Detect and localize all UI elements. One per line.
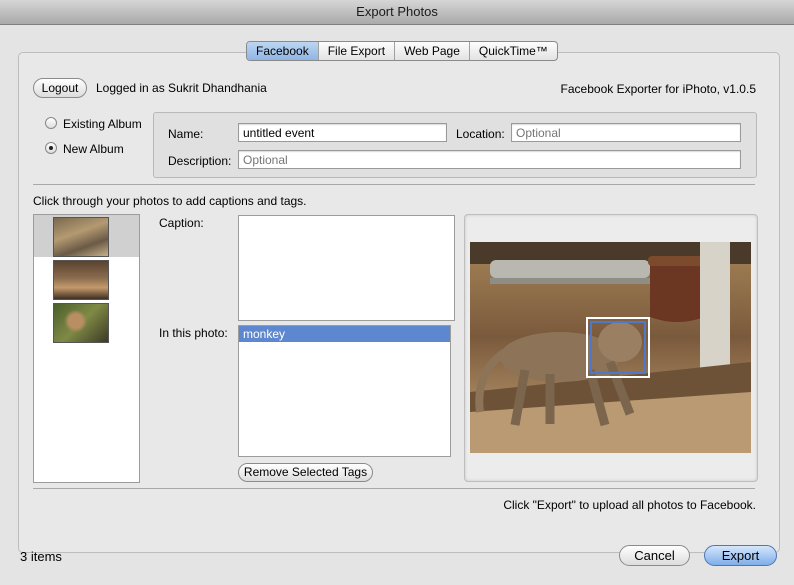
- logout-button[interactable]: Logout: [33, 78, 87, 98]
- tab-facebook[interactable]: Facebook: [247, 42, 319, 60]
- tab-quicktime[interactable]: QuickTime™: [470, 42, 557, 60]
- tags-label: In this photo:: [159, 326, 228, 340]
- export-hint: Click "Export" to upload all photos to F…: [503, 498, 756, 512]
- version-label: Facebook Exporter for iPhoto, v1.0.5: [560, 82, 756, 96]
- window-title: Export Photos: [0, 0, 794, 25]
- photo-preview[interactable]: [470, 242, 751, 453]
- description-input[interactable]: [238, 150, 741, 169]
- thumbnail-row[interactable]: [34, 301, 139, 343]
- tag-item[interactable]: monkey: [239, 326, 450, 342]
- photo-thumbnail: [53, 217, 109, 257]
- tab-file-export[interactable]: File Export: [319, 42, 396, 60]
- new-album-radio[interactable]: [45, 142, 57, 154]
- thumbnail-row[interactable]: [34, 215, 139, 257]
- photo-thumbnail: [53, 260, 109, 300]
- remove-selected-tags-button[interactable]: Remove Selected Tags: [238, 463, 373, 482]
- location-input[interactable]: [511, 123, 741, 142]
- divider: [33, 184, 755, 185]
- exporter-tabs: Facebook File Export Web Page QuickTime™: [246, 41, 558, 61]
- description-label: Description:: [168, 154, 232, 168]
- location-label: Location:: [456, 127, 505, 141]
- tab-web-page[interactable]: Web Page: [395, 42, 470, 60]
- existing-album-label: Existing Album: [63, 117, 142, 131]
- thumbnail-row[interactable]: [34, 258, 139, 300]
- existing-album-radio[interactable]: [45, 117, 57, 129]
- name-label: Name:: [168, 127, 204, 141]
- photo-preview-image: [470, 242, 751, 453]
- divider: [33, 488, 755, 489]
- tags-list[interactable]: monkey: [238, 325, 451, 457]
- photo-thumbnail-list[interactable]: [33, 214, 140, 483]
- photo-thumbnail: [53, 303, 109, 343]
- new-album-label: New Album: [63, 142, 124, 156]
- item-count: 3 items: [20, 549, 62, 564]
- cancel-button[interactable]: Cancel: [619, 545, 690, 566]
- caption-label: Caption:: [159, 216, 204, 230]
- instructions-text: Click through your photos to add caption…: [33, 194, 307, 208]
- export-button[interactable]: Export: [704, 545, 777, 566]
- login-status: Logged in as Sukrit Dhandhania: [96, 81, 267, 95]
- caption-input[interactable]: [238, 215, 455, 321]
- album-name-input[interactable]: [238, 123, 447, 142]
